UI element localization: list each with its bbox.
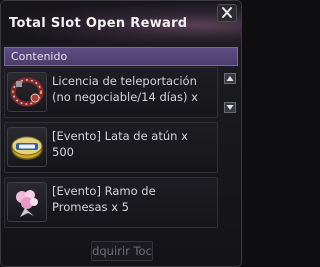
list-item[interactable]: [Evento] Lata de atún x 500 xyxy=(4,122,218,173)
window-title: Total Slot Open Reward xyxy=(9,16,188,31)
item-label: Licencia de teleportación (no negociable… xyxy=(52,74,198,104)
item-label: [Evento] Lata de atún x 500 xyxy=(52,129,188,159)
list-item[interactable]: [Evento] Ramo de Promesas x 5 xyxy=(4,177,218,228)
teleport-necklace-icon xyxy=(7,72,47,112)
acquire-button-label: dquirir Toc xyxy=(92,244,152,258)
flower-bouquet-icon xyxy=(7,182,47,222)
scrollbar[interactable] xyxy=(224,68,236,118)
close-button[interactable] xyxy=(217,4,237,22)
scroll-down-button[interactable] xyxy=(224,102,236,113)
title-bar: Total Slot Open Reward xyxy=(1,1,241,45)
item-label: [Evento] Ramo de Promesas x 5 xyxy=(52,184,156,214)
acquire-all-button[interactable]: dquirir Toc xyxy=(91,241,153,261)
reward-window: Total Slot Open Reward Contenido Licenci… xyxy=(0,0,242,267)
arrow-up-icon xyxy=(226,76,234,81)
close-icon xyxy=(222,7,232,18)
scroll-up-button[interactable] xyxy=(224,73,236,84)
section-header: Contenido xyxy=(4,47,238,66)
list-item[interactable]: Licencia de teleportación (no negociable… xyxy=(4,67,236,118)
reward-list: Licencia de teleportación (no negociable… xyxy=(4,67,238,239)
tuna-can-icon xyxy=(7,127,47,167)
arrow-down-icon xyxy=(226,105,234,110)
section-label: Contenido xyxy=(11,50,68,63)
